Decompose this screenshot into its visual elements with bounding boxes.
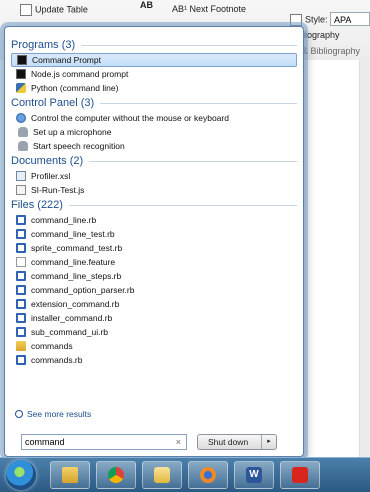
clear-search-icon[interactable]: ×	[176, 437, 181, 447]
group-header-control-panel[interactable]: Control Panel (3)	[11, 95, 297, 111]
taskbar-folder-button[interactable]	[142, 461, 182, 489]
result-profiler-xsl[interactable]: Profiler.xsl	[11, 169, 297, 183]
see-more-results-link[interactable]: See more results	[15, 409, 91, 419]
result-file[interactable]: sprite_command_test.rb	[11, 241, 297, 255]
group-header-programs[interactable]: Programs (3)	[11, 37, 297, 53]
shutdown-options-arrow-icon[interactable]: ▸	[261, 435, 276, 449]
search-icon	[15, 410, 23, 418]
result-file[interactable]: installer_command.rb	[11, 311, 297, 325]
ruby-file-icon	[16, 285, 26, 295]
result-file[interactable]: extension_command.rb	[11, 297, 297, 311]
document-scrollbar[interactable]	[359, 60, 370, 457]
ruby-file-icon	[16, 299, 26, 309]
folder-icon	[16, 341, 26, 351]
result-nodejs-command-prompt[interactable]: Node.js command prompt	[11, 67, 297, 81]
ruby-file-icon	[16, 271, 26, 281]
start-menu: Programs (3) Command Prompt Node.js comm…	[4, 26, 304, 457]
cmd-icon	[16, 69, 26, 79]
style-label: Style:	[290, 14, 328, 26]
update-table-icon	[20, 4, 32, 16]
search-input[interactable]	[22, 435, 168, 449]
result-python-command-line[interactable]: Python (command line)	[11, 81, 297, 95]
result-file[interactable]: command_line.feature	[11, 255, 297, 269]
ruby-file-icon	[16, 313, 26, 323]
taskbar-word-button[interactable]: W	[234, 461, 274, 489]
acrobat-icon	[292, 467, 308, 483]
taskbar: W	[0, 457, 370, 492]
search-results: Programs (3) Command Prompt Node.js comm…	[11, 37, 297, 367]
firefox-icon	[200, 467, 216, 483]
style-select[interactable]: APA	[330, 12, 370, 26]
result-file[interactable]: command_option_parser.rb	[11, 283, 297, 297]
file-icon	[16, 257, 26, 267]
ruby-file-icon	[16, 355, 26, 365]
ruby-file-icon	[16, 243, 26, 253]
windows-explorer-icon	[62, 467, 78, 483]
result-control-without-mouse[interactable]: Control the computer without the mouse o…	[11, 111, 297, 125]
ease-of-access-icon	[16, 113, 26, 123]
group-header-documents[interactable]: Documents (2)	[11, 153, 297, 169]
ab-label: AB	[140, 0, 153, 10]
group-header-files[interactable]: Files (222)	[11, 197, 297, 213]
folder-icon	[154, 467, 170, 483]
style-icon	[290, 14, 302, 26]
start-search-box[interactable]: ×	[21, 434, 187, 450]
microphone-icon	[18, 141, 28, 151]
start-button[interactable]	[6, 460, 36, 490]
result-file[interactable]: command_line_steps.rb	[11, 269, 297, 283]
result-folder[interactable]: commands	[11, 339, 297, 353]
taskbar-acrobat-button[interactable]	[280, 461, 320, 489]
python-icon	[16, 83, 26, 93]
result-file[interactable]: sub_command_ui.rb	[11, 325, 297, 339]
chrome-icon	[108, 467, 124, 483]
xsl-file-icon	[16, 171, 26, 181]
microphone-icon	[18, 127, 28, 137]
ruby-file-icon	[16, 327, 26, 337]
taskbar-chrome-button[interactable]	[96, 461, 136, 489]
shutdown-button[interactable]: Shut down ▸	[197, 434, 277, 450]
result-file[interactable]: command_line.rb	[11, 213, 297, 227]
word-icon: W	[246, 467, 262, 483]
taskbar-explorer-button[interactable]	[50, 461, 90, 489]
result-file[interactable]: command_line_test.rb	[11, 227, 297, 241]
next-footnote-button[interactable]: AB¹ Next Footnote	[172, 4, 246, 14]
js-file-icon	[16, 185, 26, 195]
ruby-file-icon	[16, 215, 26, 225]
taskbar-firefox-button[interactable]	[188, 461, 228, 489]
cmd-icon	[17, 55, 27, 65]
result-command-prompt[interactable]: Command Prompt	[11, 53, 297, 67]
result-si-run-test-js[interactable]: SI-Run-Test.js	[11, 183, 297, 197]
result-set-up-microphone[interactable]: Set up a microphone	[11, 125, 297, 139]
result-file[interactable]: commands.rb	[11, 353, 297, 367]
ruby-file-icon	[16, 229, 26, 239]
update-table-button[interactable]: Update Table	[20, 4, 88, 16]
result-start-speech-recognition[interactable]: Start speech recognition	[11, 139, 297, 153]
